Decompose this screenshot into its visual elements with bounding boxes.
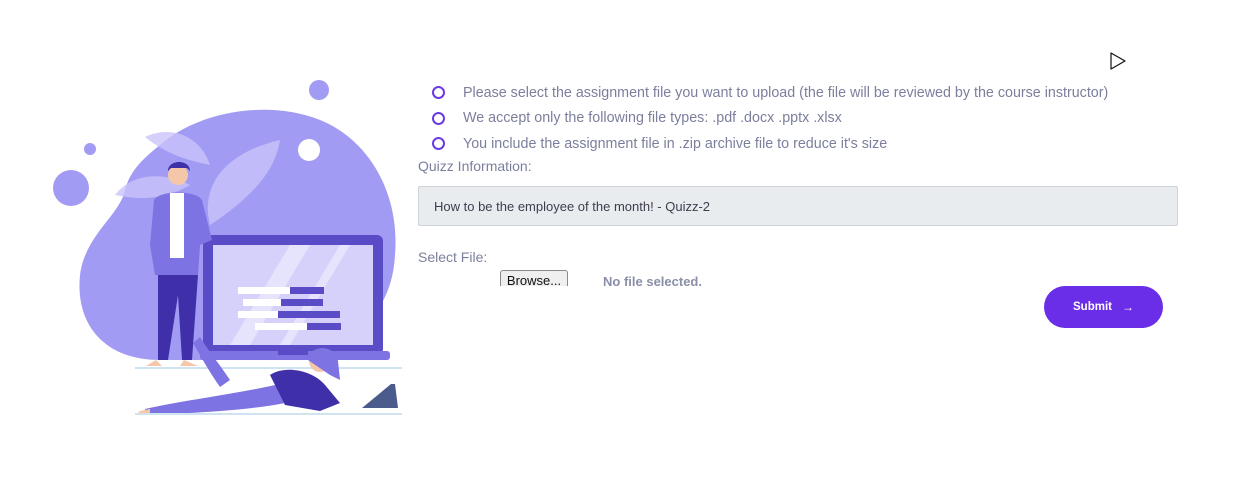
instruction-text: Please select the assignment file you wa…	[463, 84, 1109, 101]
submit-button[interactable]: Submit →	[1044, 286, 1163, 328]
bullet-ring-icon	[432, 111, 445, 125]
bullet-ring-icon	[432, 137, 445, 151]
quiz-info-field: How to be the employee of the month! - Q…	[418, 186, 1178, 226]
list-item: Please select the assignment file you wa…	[432, 80, 1108, 106]
decor-circle	[53, 170, 89, 206]
browse-button[interactable]: Browse...	[500, 270, 568, 286]
decor-circle	[309, 80, 329, 100]
submit-label: Submit	[1073, 301, 1112, 313]
quiz-info-value: How to be the employee of the month! - Q…	[434, 198, 711, 214]
instruction-text: You include the assignment file in .zip …	[463, 135, 888, 152]
decor-circle	[298, 139, 320, 161]
bullet-ring-icon	[432, 86, 445, 100]
select-file-label: Select File:	[418, 249, 488, 265]
decor-circle	[84, 143, 96, 155]
quiz-info-label: Quizz Information:	[418, 158, 532, 174]
instruction-text: We accept only the following file types:…	[463, 110, 842, 127]
list-item: You include the assignment file in .zip …	[432, 131, 1108, 157]
arrow-right-icon: →	[1121, 300, 1134, 314]
list-item: We accept only the following file types:…	[432, 106, 1108, 132]
instruction-list: Please select the assignment file you wa…	[432, 80, 1108, 157]
upload-illustration	[53, 80, 402, 415]
mouse-cursor-icon	[1110, 52, 1126, 70]
file-status-text: No file selected.	[603, 274, 702, 289]
